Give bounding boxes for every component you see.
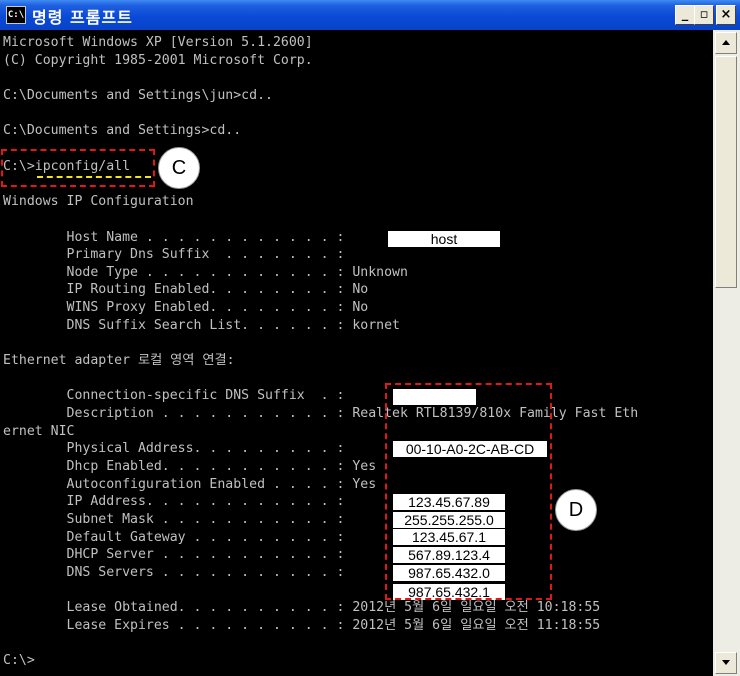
console-line: ernet NIC — [3, 424, 75, 439]
console-app-icon[interactable]: C:\ — [6, 6, 26, 24]
console-line: Lease Obtained. . . . . . . . . . : 2012… — [3, 600, 601, 615]
command-prompt-window: C:\ 명령 프롬프트 _ ▫ × Microsoft Windows XP [… — [0, 0, 740, 676]
console-line: Subnet Mask . . . . . . . . . . . : — [3, 512, 345, 527]
console-line: Lease Expires . . . . . . . . . . : 2012… — [3, 618, 601, 633]
console-line: Physical Address. . . . . . . . . : — [3, 441, 345, 456]
console-line: Ethernet adapter 로컬 영역 연결: — [3, 353, 235, 368]
maximize-button[interactable]: ▫ — [694, 5, 714, 25]
console-line: DNS Suffix Search List. . . . . . : korn… — [3, 318, 400, 333]
console-line: Connection-specific DNS Suffix . : — [3, 388, 345, 403]
close-button[interactable]: × — [716, 5, 736, 25]
console-line: Dhcp Enabled. . . . . . . . . . . : Yes — [3, 459, 377, 474]
console-line: C:\> — [3, 653, 35, 668]
console-line: WINS Proxy Enabled. . . . . . . . : No — [3, 300, 369, 315]
scroll-thumb[interactable] — [715, 56, 737, 288]
command-underline — [37, 176, 151, 178]
scroll-up-icon[interactable] — [715, 32, 737, 54]
console-line: Default Gateway . . . . . . . . . : — [3, 530, 345, 545]
console-line: IP Routing Enabled. . . . . . . . : No — [3, 282, 369, 297]
console-line: Windows IP Configuration — [3, 194, 194, 209]
marker-c: C — [158, 147, 200, 189]
marker-d: D — [555, 489, 597, 531]
console-line: Host Name . . . . . . . . . . . . : — [3, 230, 345, 245]
scroll-down-icon[interactable] — [715, 652, 737, 674]
console-line: Node Type . . . . . . . . . . . . : Unkn… — [3, 265, 408, 280]
console-line: (C) Copyright 1985-2001 Microsoft Corp. — [3, 53, 313, 68]
title-bar[interactable]: C:\ 명령 프롬프트 _ ▫ × — [0, 0, 740, 30]
vertical-scrollbar[interactable] — [713, 30, 740, 676]
console-line: C:\Documents and Settings>cd.. — [3, 123, 242, 138]
console-line: Primary Dns Suffix . . . . . . . : — [3, 247, 345, 262]
minimize-button[interactable]: _ — [675, 5, 695, 25]
console-line: DHCP Server . . . . . . . . . . . : — [3, 547, 345, 562]
window-title: 명령 프롬프트 — [32, 8, 133, 27]
host-name-value: host — [388, 231, 500, 247]
highlight-box-c — [1, 149, 155, 187]
highlight-box-d — [385, 383, 552, 600]
console-line: Microsoft Windows XP [Version 5.1.2600] — [3, 35, 313, 50]
console-line: Autoconfiguration Enabled . . . . : Yes — [3, 477, 377, 492]
console-line: C:\Documents and Settings\jun>cd.. — [3, 88, 273, 103]
console-line: DNS Servers . . . . . . . . . . . : — [3, 565, 345, 580]
console-line: IP Address. . . . . . . . . . . . : — [3, 494, 345, 509]
